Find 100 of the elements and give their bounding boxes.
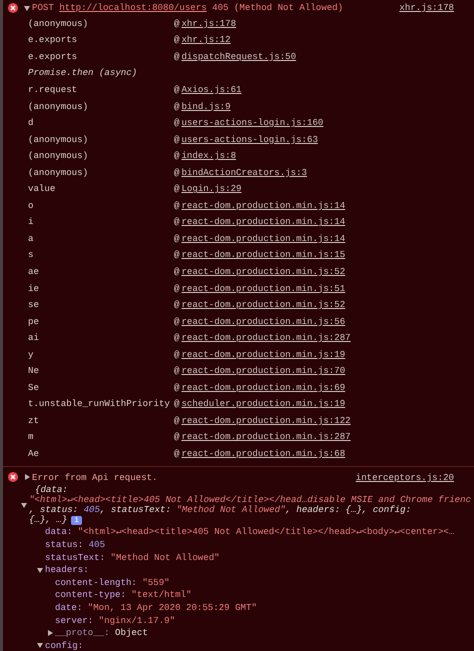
file-link[interactable]: react-dom.production.min.js:70 [181, 365, 346, 376]
file-link[interactable]: xhr.js:12 [181, 34, 231, 46]
file-link[interactable]: react-dom.production.min.js:14 [181, 216, 346, 228]
function-name: m [28, 431, 34, 442]
number-value: 405 [84, 504, 100, 516]
function-name: o [28, 200, 34, 211]
at-sign: @ [174, 431, 180, 442]
object-preview: , status: [29, 504, 80, 516]
file-link[interactable]: react-dom.production.min.js:19 [181, 348, 346, 360]
at-sign: @ [174, 100, 180, 112]
source-link[interactable]: xhr.js:178 [399, 2, 454, 13]
property-value: "text/html" [130, 589, 192, 600]
expanded-arrow-icon[interactable] [37, 566, 43, 573]
at-sign: @ [174, 117, 180, 128]
at-sign: @ [174, 414, 180, 426]
property-value: 405 [88, 538, 106, 550]
collapsed-arrow-icon[interactable] [47, 630, 53, 636]
property-key: date: [55, 602, 82, 613]
object-preview: {data: [35, 484, 68, 495]
file-link[interactable]: react-dom.production.min.js:287 [181, 431, 351, 442]
file-link[interactable]: Login.js:29 [181, 183, 242, 194]
file-link[interactable]: dispatchRequest.js:50 [181, 50, 296, 62]
at-sign: @ [174, 84, 180, 95]
expanded-arrow-icon[interactable] [21, 502, 27, 508]
property-value: "nginx/1.17.9" [98, 614, 176, 626]
source-link[interactable]: interceptors.js:20 [356, 472, 454, 483]
at-sign: @ [174, 382, 180, 393]
function-name: ae [28, 266, 40, 277]
at-sign: @ [174, 398, 180, 410]
file-link[interactable]: react-dom.production.min.js:287 [181, 332, 351, 344]
function-name: Se [28, 382, 40, 393]
file-link[interactable]: scheduler.production.min.js:19 [181, 398, 346, 410]
at-sign: @ [174, 134, 180, 145]
file-link[interactable]: bindActionCreators.js:3 [181, 166, 307, 178]
property-key: content-length: [55, 576, 137, 588]
function-name: r.request [28, 84, 78, 95]
property-key: server: [55, 614, 94, 626]
expanded-arrow-icon[interactable] [37, 642, 43, 648]
error-message: Error from Api request. [32, 472, 158, 483]
property-key: status: [45, 538, 84, 550]
function-name: e.exports [28, 34, 78, 46]
file-link[interactable]: react-dom.production.min.js:68 [181, 448, 346, 459]
string-value: "<html>↵<head><title>405 Not Allowed</title></head…disable MSIE and Chrome frienc [29, 494, 472, 505]
function-name: ie [28, 282, 40, 294]
function-name: t.unstable_runWithPriority [28, 398, 171, 410]
function-name: ai [28, 332, 40, 344]
function-name: (anonymous) [28, 134, 90, 145]
file-link[interactable]: index.js:8 [181, 150, 236, 162]
string-value: "Method Not Allowed" [176, 504, 286, 516]
file-link[interactable]: react-dom.production.min.js:52 [181, 299, 346, 310]
function-name: value [28, 183, 56, 194]
expanded-arrow-icon[interactable] [24, 4, 30, 10]
property-key: __proto__: [55, 627, 110, 638]
file-link[interactable]: react-dom.production.min.js:15 [181, 249, 346, 260]
file-link[interactable]: react-dom.production.min.js:56 [181, 316, 346, 327]
property-value: "<html>↵<head><title>405 Not Allowed</title></head>↵<body>↵<center><… [76, 526, 454, 538]
at-sign: @ [174, 232, 180, 244]
at-sign: @ [174, 299, 180, 310]
at-sign: @ [174, 166, 180, 178]
file-link[interactable]: react-dom.production.min.js:69 [181, 382, 346, 393]
function-name: y [28, 348, 34, 360]
function-name: Ne [28, 365, 40, 376]
function-name: (anonymous) [28, 166, 90, 178]
file-link[interactable]: react-dom.production.min.js:52 [181, 266, 346, 277]
function-name: (anonymous) [28, 18, 90, 29]
at-sign: @ [174, 448, 180, 459]
property-key: content-type: [55, 589, 126, 600]
file-link[interactable]: react-dom.production.min.js:51 [181, 282, 346, 294]
at-sign: @ [174, 200, 180, 211]
request-url-link[interactable]: http://localhost:8080/users [59, 2, 207, 13]
property-key: headers: [45, 564, 89, 576]
file-link[interactable]: bind.js:9 [181, 100, 231, 112]
file-link[interactable]: Axios.js:61 [181, 84, 242, 95]
file-link[interactable]: xhr.js:178 [181, 18, 236, 29]
async-label: Promise.then (async) [28, 67, 138, 78]
function-name: a [28, 232, 34, 244]
file-link[interactable]: react-dom.production.min.js:14 [181, 232, 346, 244]
request-method: POST [32, 2, 54, 13]
property-value: Object [114, 627, 148, 638]
at-sign: @ [174, 34, 180, 46]
property-key: statusText: [45, 552, 106, 563]
file-link[interactable]: react-dom.production.min.js:122 [181, 414, 351, 426]
file-link[interactable]: users-actions-login.js:63 [181, 134, 318, 145]
property-value: "Mon, 13 Apr 2020 20:55:29 GMT" [86, 602, 257, 613]
file-link[interactable]: react-dom.production.min.js:14 [181, 200, 346, 211]
object-preview: , headers: {…}, config: [286, 504, 412, 516]
at-sign: @ [174, 365, 180, 376]
at-sign: @ [174, 282, 180, 294]
object-preview: , statusText: [100, 504, 172, 516]
property-key: config: [45, 640, 84, 651]
function-name: pe [28, 316, 40, 327]
at-sign: @ [174, 183, 180, 194]
at-sign: @ [174, 332, 180, 344]
function-name: Ae [28, 448, 40, 459]
at-sign: @ [174, 266, 180, 277]
at-sign: @ [174, 348, 180, 360]
collapsed-arrow-icon[interactable] [24, 474, 30, 480]
file-link[interactable]: users-actions-login.js:160 [181, 117, 324, 128]
function-name: (anonymous) [28, 100, 90, 112]
function-name: se [28, 299, 40, 310]
